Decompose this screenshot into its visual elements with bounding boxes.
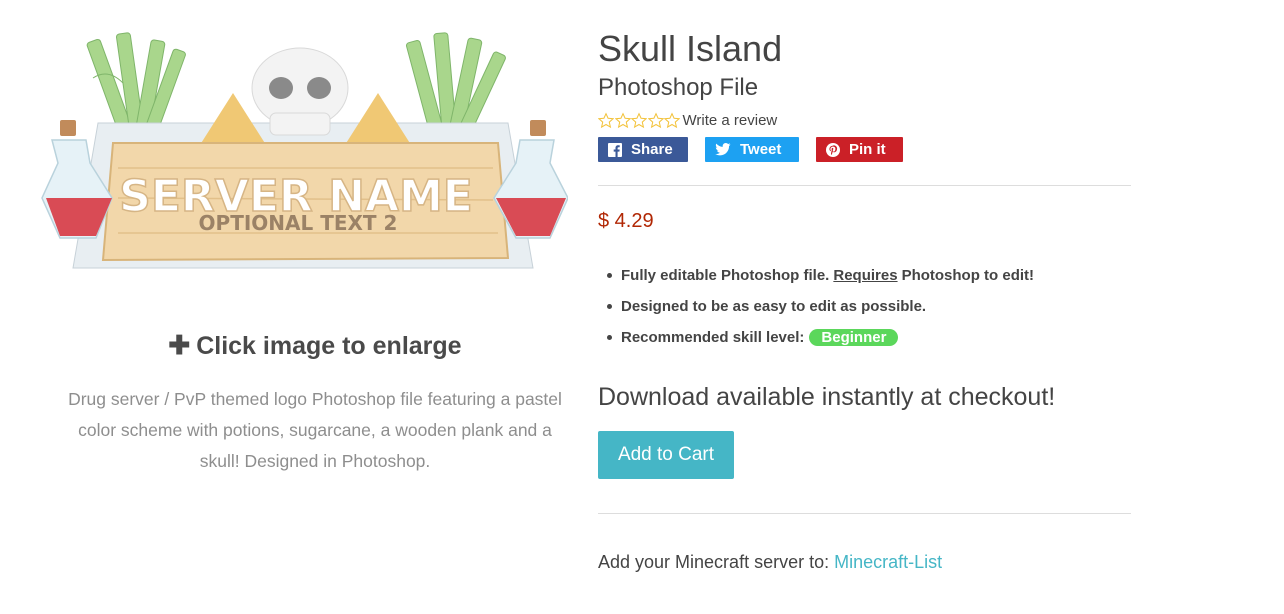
social-share-bar: Share Tweet Pin it (598, 137, 903, 162)
tweet-label: Tweet (740, 141, 782, 158)
star-icon[interactable] (614, 112, 631, 129)
star-icon[interactable] (598, 112, 614, 129)
download-notice: Download available instantly at checkout… (598, 383, 1056, 411)
feature-text: Recommended skill level: (621, 329, 805, 346)
feature-text: Designed to be as easy to edit as possib… (621, 298, 927, 315)
product-image[interactable]: SERVER NAME OPTIONAL TEXT 2 (38, 28, 569, 290)
bullet-icon (607, 304, 612, 309)
twitter-icon (715, 143, 731, 156)
feature-list: Fully editable Photoshop file. Requires … (607, 260, 1034, 353)
write-review-link[interactable]: Write a review (683, 112, 778, 129)
enlarge-image-link[interactable]: ✚ Click image to enlarge (60, 330, 570, 361)
bullet-icon (607, 273, 612, 278)
promo-text: Add your Minecraft server to: (598, 552, 830, 572)
plus-icon: ✚ (168, 330, 191, 360)
server-logo-illustration: SERVER NAME OPTIONAL TEXT 2 (41, 32, 569, 269)
feature-text: Photoshop to edit! (901, 267, 1035, 284)
skill-level-badge: Beginner (809, 329, 899, 346)
list-item: Fully editable Photoshop file. Requires … (607, 260, 1034, 291)
bamboo-left (86, 32, 186, 136)
star-icon[interactable] (647, 112, 664, 129)
minecraft-list-link[interactable]: Minecraft-List (834, 552, 942, 572)
divider (598, 513, 1131, 514)
product-price: $ 4.29 (598, 210, 654, 232)
pin-label: Pin it (849, 141, 886, 158)
star-icon[interactable] (631, 112, 647, 129)
rating-widget: Write a review (598, 112, 777, 129)
skull-icon (251, 47, 349, 136)
product-subtitle: Photoshop File (598, 74, 759, 101)
add-to-cart-button[interactable]: Add to Cart (598, 431, 734, 479)
enlarge-label: Click image to enlarge (196, 332, 462, 360)
requires-link[interactable]: Requires (833, 267, 897, 284)
server-list-promo: Add your Minecraft server to: Minecraft-… (598, 552, 942, 573)
star-icon[interactable] (664, 112, 680, 129)
star-rating[interactable] (598, 112, 681, 129)
facebook-icon (608, 142, 622, 157)
list-item: Recommended skill level: Beginner (607, 322, 1034, 353)
product-description: Drug server / PvP themed logo Photoshop … (68, 389, 562, 471)
list-item: Designed to be as easy to edit as possib… (607, 291, 1034, 322)
bullet-icon (607, 335, 612, 340)
facebook-share-button[interactable]: Share (598, 137, 688, 162)
divider (598, 185, 1131, 186)
pinterest-pin-button[interactable]: Pin it (816, 137, 903, 162)
product-title: Skull Island (598, 28, 783, 69)
bamboo-right (405, 32, 506, 137)
share-label: Share (631, 141, 673, 158)
gold-shape-right (343, 93, 413, 148)
feature-text: Fully editable Photoshop file. (621, 267, 830, 284)
logo-sub-text: OPTIONAL TEXT 2 (199, 211, 398, 235)
pinterest-icon (826, 142, 840, 157)
twitter-tweet-button[interactable]: Tweet (705, 137, 799, 162)
